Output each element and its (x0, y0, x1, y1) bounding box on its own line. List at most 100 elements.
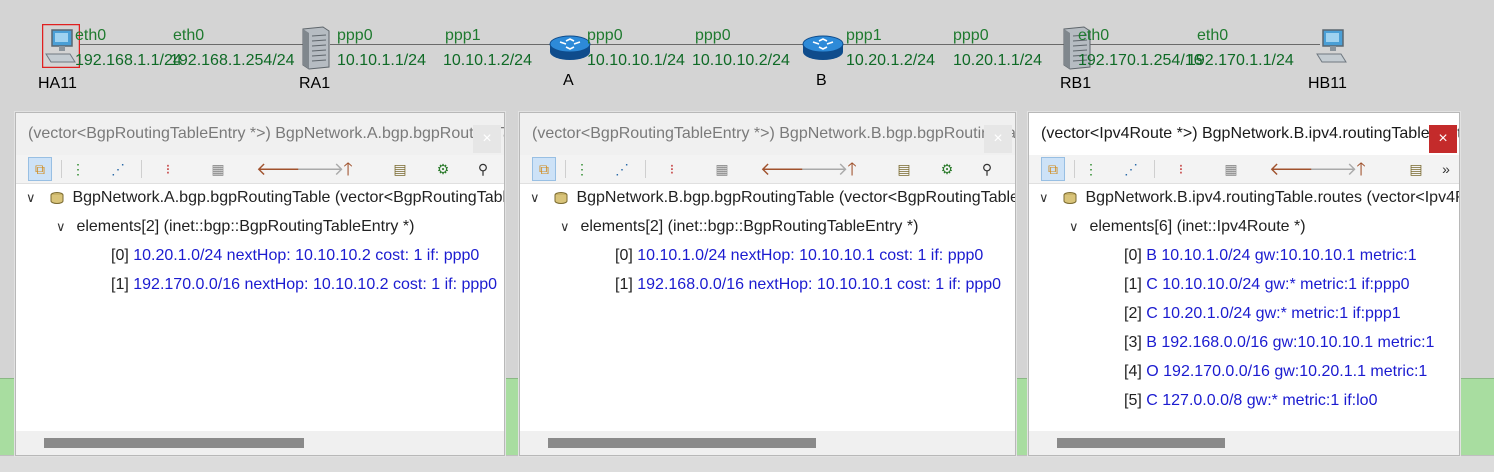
inspect-icon[interactable]: ▦ (710, 157, 734, 181)
computer-icon (1316, 29, 1347, 63)
up-arrow-icon[interactable]: 🡑 (840, 157, 864, 181)
mode-group-icon[interactable]: ⋰ (106, 157, 130, 181)
mode-children-icon[interactable]: ⁝ (660, 157, 684, 181)
mode-children-icon[interactable]: ⁝ (156, 157, 180, 181)
chevron-down-icon[interactable]: ∨ (1069, 216, 1085, 238)
tree-entry[interactable]: [4] O 192.170.0.0/16 gw:10.20.1.1 metric… (1124, 361, 1427, 383)
up-arrow-icon[interactable]: 🡑 (336, 157, 360, 181)
tree-root[interactable]: ∨ BgpNetwork.B.bgp.bgpRoutingTable (vect… (530, 187, 1015, 209)
router-b[interactable] (801, 32, 845, 64)
panel-title-bar[interactable]: (vector<BgpRoutingTableEntry *>) BgpNetw… (520, 113, 1015, 155)
inspector-panel-b-bgp[interactable]: (vector<BgpRoutingTableEntry *>) BgpNetw… (519, 112, 1016, 456)
inspect-icon[interactable]: ▦ (1219, 157, 1243, 181)
more-icon[interactable]: » (1437, 157, 1455, 181)
ip-label: 192.170.1.254/16 (1078, 52, 1203, 69)
panel-title: (vector<BgpRoutingTableEntry *>) BgpNetw… (28, 125, 504, 142)
close-button[interactable]: × (473, 125, 501, 153)
mode-group-icon[interactable]: ⋰ (1119, 157, 1143, 181)
mode-tree-icon[interactable]: ⧉ (1041, 157, 1065, 181)
back-arrow-icon[interactable]: 🡐 (760, 157, 808, 181)
tree-group[interactable]: ∨ elements[2] (inet::bgp::BgpRoutingTabl… (56, 216, 414, 238)
find-objects-icon[interactable]: ▤ (892, 157, 916, 181)
find-objects-icon[interactable]: ▤ (388, 157, 412, 181)
ip-label: 10.10.1.2/24 (443, 52, 532, 69)
tree-entry[interactable]: [1] 192.170.0.0/16 nextHop: 10.10.10.2 c… (111, 274, 497, 296)
settings-icon[interactable]: ⚙ (431, 157, 455, 181)
node-name-hb11: HB11 (1308, 75, 1347, 92)
tree-entry[interactable]: [1] C 10.10.10.0/24 gw:* metric:1 if:ppp… (1124, 274, 1410, 296)
node-name-ha11: HA11 (38, 75, 77, 92)
ip-label: 10.10.10.2/24 (692, 52, 790, 69)
back-arrow-icon[interactable]: 🡐 (1269, 157, 1317, 181)
panel-toolbar: ⧉ ⋮ ⋰ ⁝ ▦ 🡐 🡒 🡑 ▤ ⚙ ⚲ (16, 155, 504, 184)
database-icon (1063, 191, 1077, 204)
horizontal-scrollbar[interactable] (1029, 431, 1459, 455)
tree-entry[interactable]: [3] B 192.168.0.0/16 gw:10.10.10.1 metri… (1124, 332, 1434, 354)
chevron-down-icon[interactable]: ∨ (1039, 187, 1055, 209)
find-objects-icon[interactable]: ▤ (1404, 157, 1428, 181)
chevron-down-icon[interactable]: ∨ (26, 187, 42, 209)
database-icon (50, 191, 64, 204)
settings-icon[interactable]: ⚙ (935, 157, 959, 181)
mode-flat-icon[interactable]: ⋮ (570, 157, 594, 181)
mode-children-icon[interactable]: ⁝ (1169, 157, 1193, 181)
ip-label: 192.168.1.254/24 (170, 52, 295, 69)
tree-entry[interactable]: [1] 192.168.0.0/16 nextHop: 10.10.10.1 c… (615, 274, 1001, 296)
node-name-ra1: RA1 (299, 75, 331, 92)
chevron-down-icon[interactable]: ∨ (530, 187, 546, 209)
horizontal-scrollbar[interactable] (16, 431, 504, 455)
inspector-panel-b-routes[interactable]: (vector<Ipv4Route *>) BgpNetwork.B.ipv4.… (1028, 112, 1460, 456)
ip-label: 10.20.1.1/24 (953, 52, 1042, 69)
tree-group[interactable]: ∨ elements[6] (inet::Ipv4Route *) (1069, 216, 1306, 238)
object-tree: ∨ BgpNetwork.B.ipv4.routingTable.routes … (1029, 185, 1459, 430)
scrollbar-thumb[interactable] (548, 438, 816, 448)
chevron-down-icon[interactable]: ∨ (560, 216, 576, 238)
router-icon (549, 35, 591, 60)
tree-entry[interactable]: [0] 10.20.1.0/24 nextHop: 10.10.10.2 cos… (111, 245, 479, 267)
scrollbar-thumb[interactable] (44, 438, 304, 448)
router-a[interactable] (548, 32, 592, 64)
mode-flat-icon[interactable]: ⋮ (1079, 157, 1103, 181)
forward-arrow-icon[interactable]: 🡒 (800, 157, 848, 181)
if-label: ppp0 (337, 27, 373, 44)
if-label: ppp0 (695, 27, 731, 44)
mode-tree-icon[interactable]: ⧉ (532, 157, 556, 181)
chevron-down-icon[interactable]: ∨ (56, 216, 72, 238)
up-arrow-icon[interactable]: 🡑 (1349, 157, 1373, 181)
status-area (0, 455, 1494, 472)
inspect-icon[interactable]: ▦ (206, 157, 230, 181)
ip-label: 10.10.1.1/24 (337, 52, 426, 69)
scrollbar-thumb[interactable] (1057, 438, 1225, 448)
panel-title-bar[interactable]: (vector<Ipv4Route *>) BgpNetwork.B.ipv4.… (1029, 113, 1459, 155)
panel-toolbar: ⧉ ⋮ ⋰ ⁝ ▦ 🡐 🡒 🡑 ▤ ⚙ ⚲ (520, 155, 1015, 184)
mode-group-icon[interactable]: ⋰ (610, 157, 634, 181)
search-icon[interactable]: ⚲ (471, 157, 495, 181)
tree-entry[interactable]: [0] 10.10.1.0/24 nextHop: 10.10.10.1 cos… (615, 245, 983, 267)
mode-flat-icon[interactable]: ⋮ (66, 157, 90, 181)
forward-arrow-icon[interactable]: 🡒 (296, 157, 344, 181)
tree-root[interactable]: ∨ BgpNetwork.A.bgp.bgpRoutingTable (vect… (26, 187, 504, 209)
close-button[interactable]: × (984, 125, 1012, 153)
forward-arrow-icon[interactable]: 🡒 (1309, 157, 1357, 181)
tree-entry[interactable]: [5] C 127.0.0.0/8 gw:* metric:1 if:lo0 (1124, 390, 1377, 412)
search-icon[interactable]: ⚲ (975, 157, 999, 181)
host-hb11[interactable] (1313, 24, 1351, 68)
router-ra1[interactable] (297, 26, 333, 70)
close-button[interactable]: × (1429, 125, 1457, 153)
tree-entry[interactable]: [0] B 10.10.1.0/24 gw:10.10.10.1 metric:… (1124, 245, 1417, 267)
mode-tree-icon[interactable]: ⧉ (28, 157, 52, 181)
if-label: eth0 (173, 27, 205, 44)
tree-root[interactable]: ∨ BgpNetwork.B.ipv4.routingTable.routes … (1039, 187, 1459, 209)
panel-title-bar[interactable]: (vector<BgpRoutingTableEntry *>) BgpNetw… (16, 113, 504, 155)
toolbar-separator (645, 160, 646, 178)
tree-entry[interactable]: [2] C 10.20.1.0/24 gw:* metric:1 if:ppp1 (1124, 303, 1401, 325)
if-label: eth0 (1197, 27, 1229, 44)
tree-group[interactable]: ∨ elements[2] (inet::bgp::BgpRoutingTabl… (560, 216, 918, 238)
back-arrow-icon[interactable]: 🡐 (256, 157, 304, 181)
panel-title: (vector<Ipv4Route *>) BgpNetwork.B.ipv4.… (1041, 125, 1459, 142)
panel-title: (vector<BgpRoutingTableEntry *>) BgpNetw… (532, 125, 1015, 142)
horizontal-scrollbar[interactable] (520, 431, 1015, 455)
toolbar-separator (1154, 160, 1155, 178)
inspector-panel-a-bgp[interactable]: (vector<BgpRoutingTableEntry *>) BgpNetw… (15, 112, 505, 456)
if-label: ppp0 (587, 27, 623, 44)
